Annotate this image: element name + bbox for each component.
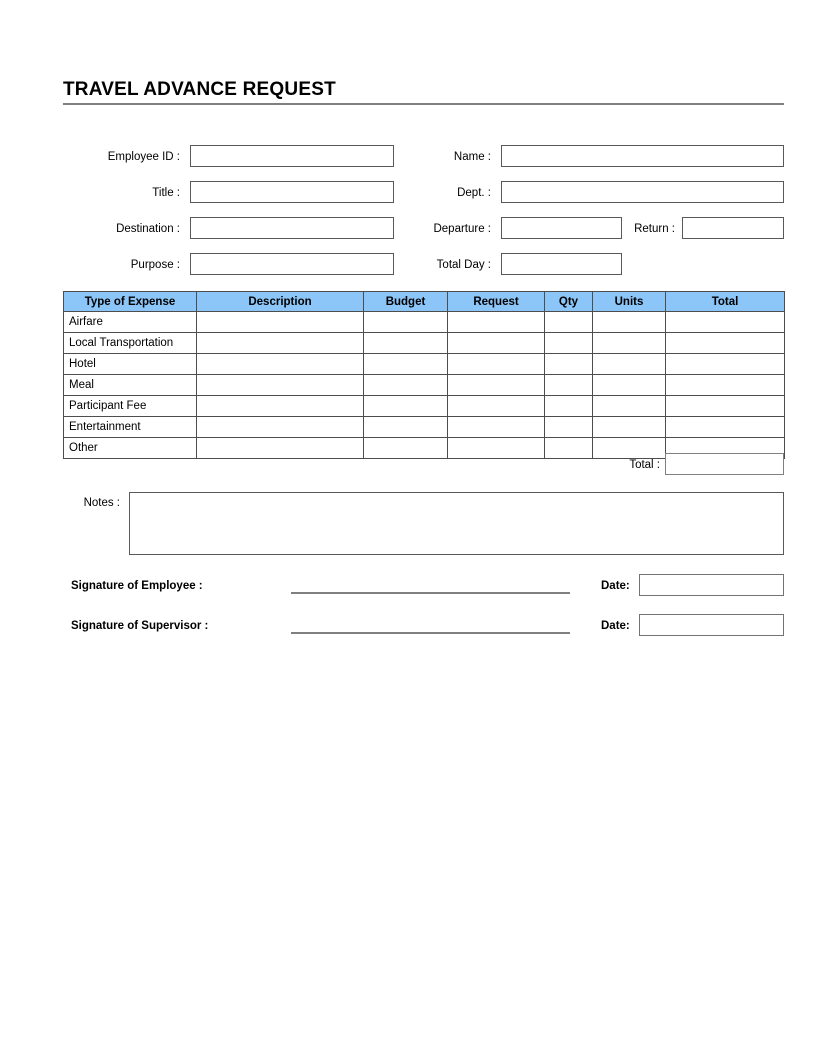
cell-request[interactable] xyxy=(447,311,545,333)
cell-request[interactable] xyxy=(447,416,545,438)
supervisor-date-label: Date: xyxy=(601,620,630,632)
cell-request[interactable] xyxy=(447,374,545,396)
cell-units[interactable] xyxy=(592,395,666,417)
cell-description[interactable] xyxy=(196,416,364,438)
cell-type-of-expense: Local Transportation xyxy=(63,332,197,354)
cell-budget[interactable] xyxy=(363,353,448,375)
table-row: Participant Fee xyxy=(63,395,785,417)
employee-id-label: Employee ID : xyxy=(107,151,180,163)
signature-supervisor-label: Signature of Supervisor : xyxy=(71,620,209,632)
cell-units[interactable] xyxy=(592,353,666,375)
expense-table-body: Airfare Local Transportation Hotel Meal … xyxy=(63,311,785,459)
signature-employee-label: Signature of Employee : xyxy=(71,580,203,592)
cell-budget[interactable] xyxy=(363,437,448,459)
cell-request[interactable] xyxy=(447,332,545,354)
name-input[interactable] xyxy=(501,145,784,167)
cell-type-of-expense: Participant Fee xyxy=(63,395,197,417)
table-header-row: Type of Expense Description Budget Reque… xyxy=(63,291,785,312)
grand-total-input[interactable] xyxy=(665,453,784,475)
cell-type-of-expense: Other xyxy=(63,437,197,459)
cell-type-of-expense: Meal xyxy=(63,374,197,396)
cell-units[interactable] xyxy=(592,311,666,333)
cell-qty[interactable] xyxy=(544,395,593,417)
cell-qty[interactable] xyxy=(544,353,593,375)
cell-budget[interactable] xyxy=(363,332,448,354)
table-row: Meal xyxy=(63,374,785,396)
cell-type-of-expense: Entertainment xyxy=(63,416,197,438)
title-label: Title : xyxy=(152,187,180,199)
notes-label: Notes : xyxy=(83,497,120,509)
return-input[interactable] xyxy=(682,217,784,239)
column-header-description: Description xyxy=(196,291,364,312)
supervisor-date-input[interactable] xyxy=(639,614,784,636)
cell-budget[interactable] xyxy=(363,416,448,438)
cell-total[interactable] xyxy=(665,374,785,396)
column-header-qty: Qty xyxy=(544,291,593,312)
cell-description[interactable] xyxy=(196,395,364,417)
cell-description[interactable] xyxy=(196,311,364,333)
cell-description[interactable] xyxy=(196,437,364,459)
column-header-budget: Budget xyxy=(363,291,448,312)
departure-label: Departure : xyxy=(433,223,491,235)
cell-total[interactable] xyxy=(665,311,785,333)
title-input[interactable] xyxy=(190,181,394,203)
cell-budget[interactable] xyxy=(363,395,448,417)
cell-budget[interactable] xyxy=(363,311,448,333)
cell-type-of-expense: Hotel xyxy=(63,353,197,375)
cell-total[interactable] xyxy=(665,353,785,375)
table-row: Airfare xyxy=(63,311,785,333)
employee-id-input[interactable] xyxy=(190,145,394,167)
employee-date-label: Date: xyxy=(601,580,630,592)
column-header-units: Units xyxy=(592,291,666,312)
name-label: Name : xyxy=(453,151,491,163)
cell-request[interactable] xyxy=(447,353,545,375)
cell-total[interactable] xyxy=(665,332,785,354)
purpose-input[interactable] xyxy=(190,253,394,275)
cell-type-of-expense: Airfare xyxy=(63,311,197,333)
purpose-label: Purpose : xyxy=(130,259,180,271)
destination-label: Destination : xyxy=(116,223,180,235)
cell-description[interactable] xyxy=(196,374,364,396)
signature-employee-line[interactable] xyxy=(291,592,570,594)
cell-units[interactable] xyxy=(592,416,666,438)
dept-label: Dept. : xyxy=(457,187,491,199)
notes-textarea[interactable] xyxy=(129,492,784,555)
column-header-total: Total xyxy=(665,291,785,312)
table-row: Local Transportation xyxy=(63,332,785,354)
destination-input[interactable] xyxy=(190,217,394,239)
table-row: Entertainment xyxy=(63,416,785,438)
table-row: Hotel xyxy=(63,353,785,375)
column-header-type-of-expense: Type of Expense xyxy=(63,291,197,312)
cell-request[interactable] xyxy=(447,437,545,459)
cell-total[interactable] xyxy=(665,395,785,417)
dept-input[interactable] xyxy=(501,181,784,203)
total-day-label: Total Day : xyxy=(436,259,491,271)
cell-units[interactable] xyxy=(592,332,666,354)
cell-qty[interactable] xyxy=(544,416,593,438)
cell-qty[interactable] xyxy=(544,332,593,354)
cell-units[interactable] xyxy=(592,374,666,396)
cell-description[interactable] xyxy=(196,353,364,375)
return-label: Return : xyxy=(634,223,675,235)
column-header-request: Request xyxy=(447,291,545,312)
cell-total[interactable] xyxy=(665,416,785,438)
cell-qty[interactable] xyxy=(544,374,593,396)
document-page: TRAVEL ADVANCE REQUEST Employee ID : Tit… xyxy=(0,0,816,1056)
signature-supervisor-line[interactable] xyxy=(291,632,570,634)
cell-description[interactable] xyxy=(196,332,364,354)
total-day-input[interactable] xyxy=(501,253,622,275)
cell-units[interactable] xyxy=(592,437,666,459)
page-title: TRAVEL ADVANCE REQUEST xyxy=(63,79,336,100)
expense-table: Type of Expense Description Budget Reque… xyxy=(63,291,785,459)
grand-total-label: Total : xyxy=(629,459,660,471)
title-divider xyxy=(63,103,784,105)
cell-budget[interactable] xyxy=(363,374,448,396)
employee-date-input[interactable] xyxy=(639,574,784,596)
cell-qty[interactable] xyxy=(544,437,593,459)
cell-request[interactable] xyxy=(447,395,545,417)
cell-qty[interactable] xyxy=(544,311,593,333)
